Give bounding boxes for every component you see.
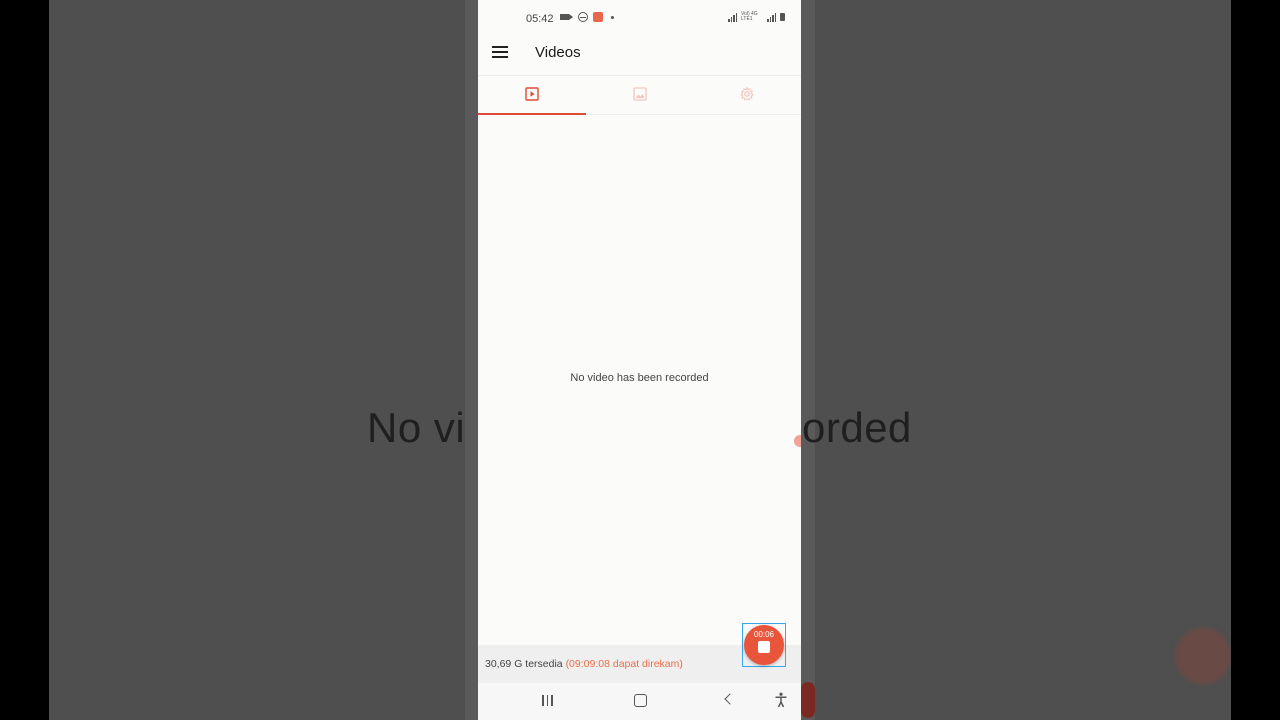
phone-screen: 05:42 Vol) 4G LTE1 Videos No video has b… <box>478 0 801 720</box>
record-circle: 00:06 <box>744 625 784 665</box>
background-text-left: No vi <box>367 404 466 451</box>
image-icon <box>633 87 647 101</box>
tab-settings[interactable] <box>693 76 800 114</box>
battery-icon <box>780 13 785 21</box>
video-camera-icon <box>560 14 573 20</box>
page-title: Videos <box>535 44 581 61</box>
status-time: 05:42 <box>526 13 554 25</box>
network-type-label: Vol) 4G LTE1 <box>741 11 758 22</box>
hamburger-menu-icon[interactable] <box>492 46 508 60</box>
do-not-disturb-icon <box>578 12 588 22</box>
background-strip-left <box>465 0 479 720</box>
tab-images[interactable] <box>586 76 693 114</box>
back-button[interactable] <box>724 693 736 705</box>
storage-available-text: 30,69 G tersedia <box>485 658 563 670</box>
stop-icon <box>758 641 770 653</box>
status-bar: 05:42 Vol) 4G LTE1 <box>478 0 801 38</box>
signal-icon <box>728 12 737 22</box>
status-icons-left <box>560 12 614 22</box>
recents-button[interactable] <box>542 695 553 713</box>
video-icon <box>525 87 539 101</box>
notification-dot-icon <box>611 15 614 19</box>
active-tab-indicator <box>478 113 586 115</box>
app-bar: Videos <box>478 38 801 74</box>
background-strip-right <box>801 0 815 720</box>
background-record-edge <box>801 682 815 718</box>
gear-icon <box>740 87 754 101</box>
home-button[interactable] <box>634 694 647 707</box>
status-icons-right: Vol) 4G LTE1 <box>728 12 785 22</box>
background-text-right: orded <box>802 404 912 451</box>
tab-bar <box>478 75 801 115</box>
storage-info: 30,69 G tersedia (09:09:08 dapat direkam… <box>485 658 683 670</box>
accessibility-icon[interactable] <box>774 692 788 708</box>
floating-edge-handle[interactable] <box>794 435 801 447</box>
empty-state-message: No video has been recorded <box>570 372 709 384</box>
stop-recording-button[interactable]: 00:06 <box>742 623 786 667</box>
recorder-app-icon <box>593 12 603 22</box>
signal-icon-2 <box>767 12 776 22</box>
recordable-time-text: (09:09:08 dapat direkam) <box>565 658 683 670</box>
record-timer: 00:06 <box>753 630 775 639</box>
background-record-blob <box>1175 628 1231 684</box>
system-nav-bar <box>478 683 801 720</box>
tab-videos[interactable] <box>478 76 586 115</box>
